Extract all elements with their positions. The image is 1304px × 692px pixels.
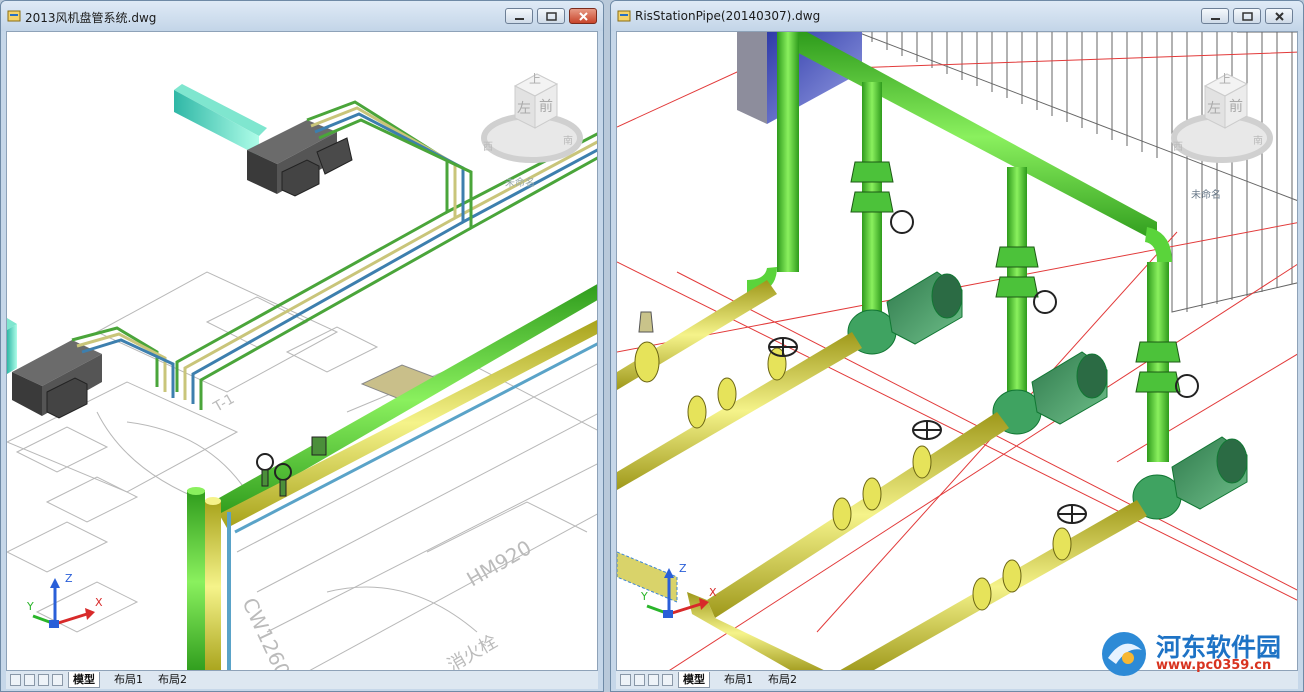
tank-outlet-pipe	[777, 32, 799, 272]
minimize-icon	[515, 18, 524, 20]
left-duct	[7, 324, 17, 374]
watermark-url: www.pc0359.cn	[1156, 658, 1272, 673]
ucs-x-label: X	[95, 596, 103, 609]
tab-nav-prev-button[interactable]	[24, 674, 35, 686]
tab-layout1[interactable]: 布局1	[724, 672, 753, 688]
left-window-title: 2013风机盘管系统.dwg	[25, 11, 157, 25]
tab-nav-first-button[interactable]	[620, 674, 631, 686]
tank-face	[737, 32, 767, 124]
tab-nav-next-button[interactable]	[38, 674, 49, 686]
ucs-y-label: Y	[27, 600, 34, 613]
site-watermark: 河东软件园 www.pc0359.cn	[1098, 628, 1298, 678]
viewcube-west-label: 西	[1173, 142, 1183, 153]
maximize-button[interactable]	[1233, 8, 1261, 24]
ucs-icon: Z X Y	[17, 572, 107, 642]
riser-yellow	[205, 500, 221, 670]
left-drawing-window[interactable]: 2013风机盘管系统.dwg HM920 CW1260 消火栓 T-1 上 左 …	[0, 0, 604, 692]
label-t1: T-1	[210, 391, 237, 416]
ucs-x-label: X	[709, 586, 717, 599]
maximize-icon	[546, 12, 557, 21]
left-titlebar[interactable]: 2013风机盘管系统.dwg	[1, 1, 603, 31]
label-hm920: HM920	[463, 535, 536, 591]
viewcube[interactable]: 上 左 前 西 南	[1167, 66, 1277, 166]
ucs-y-label: Y	[641, 590, 648, 603]
right-model-space[interactable]: 上 左 前 西 南 未命名 Z X Y	[616, 31, 1298, 671]
viewcube-south-label: 南	[563, 136, 573, 147]
tab-nav-first-button[interactable]	[10, 674, 21, 686]
maximize-icon	[1242, 12, 1253, 21]
tab-layout2[interactable]: 布局2	[158, 672, 187, 688]
riser-green	[187, 490, 205, 670]
tab-layout2[interactable]: 布局2	[768, 672, 797, 688]
ucs-z-label: Z	[65, 572, 73, 585]
viewcube[interactable]: 上 左 前 西 南	[477, 66, 587, 166]
viewcube-south-label: 南	[1253, 136, 1263, 147]
main-pipe-yellow	[219, 320, 597, 528]
dwg-file-icon	[7, 10, 21, 22]
tab-model[interactable]: 模型	[68, 672, 100, 688]
tab-layout1[interactable]: 布局1	[114, 672, 143, 688]
close-button[interactable]	[569, 8, 597, 24]
tab-model[interactable]: 模型	[678, 672, 710, 688]
ucs-icon: Z X Y	[631, 562, 721, 632]
fan-coil-unit-left	[12, 340, 102, 419]
viewcube-top-label: 上	[1219, 72, 1232, 86]
valve-left-3	[311, 436, 327, 456]
left-layout-tabbar: 模型 布局1 布局2	[6, 671, 598, 689]
viewcube-left-label: 左	[1207, 101, 1221, 117]
maximize-button[interactable]	[537, 8, 565, 24]
ucs-z-label: Z	[679, 562, 687, 575]
tab-nav-last-button[interactable]	[52, 674, 63, 686]
named-view-label[interactable]: 未命名	[505, 174, 535, 189]
viewcube-front-label: 前	[1229, 99, 1243, 115]
pressure-relief-valve	[638, 311, 654, 333]
right-drawing-window[interactable]: RisStationPipe(20140307).dwg 上 左 前 西 南 未…	[610, 0, 1304, 692]
tab-nav-last-button[interactable]	[662, 674, 673, 686]
dwg-file-icon	[617, 10, 631, 22]
tab-nav-next-button[interactable]	[648, 674, 659, 686]
watermark-logo-icon	[1102, 632, 1146, 676]
minimize-icon	[1211, 18, 1220, 20]
label-fire-hydrant: 消火栓	[444, 631, 501, 671]
viewcube-top-label: 上	[529, 72, 542, 86]
minimize-button[interactable]	[1201, 8, 1229, 24]
viewcube-west-label: 西	[483, 142, 493, 153]
named-view-label[interactable]: 未命名	[1191, 186, 1221, 201]
riser-blue	[227, 512, 231, 670]
left-model-space[interactable]: HM920 CW1260 消火栓 T-1 上 左 前 西 南 未命名 Z X Y	[6, 31, 598, 671]
viewcube-left-label: 左	[517, 101, 531, 117]
close-button[interactable]	[1265, 8, 1293, 24]
right-titlebar[interactable]: RisStationPipe(20140307).dwg	[611, 1, 1303, 31]
right-window-title: RisStationPipe(20140307).dwg	[635, 9, 821, 23]
tab-nav-prev-button[interactable]	[634, 674, 645, 686]
close-icon	[579, 12, 588, 21]
viewcube-front-label: 前	[539, 99, 553, 115]
label-cw1260: CW1260	[237, 594, 295, 671]
close-icon	[1275, 12, 1284, 21]
minimize-button[interactable]	[505, 8, 533, 24]
